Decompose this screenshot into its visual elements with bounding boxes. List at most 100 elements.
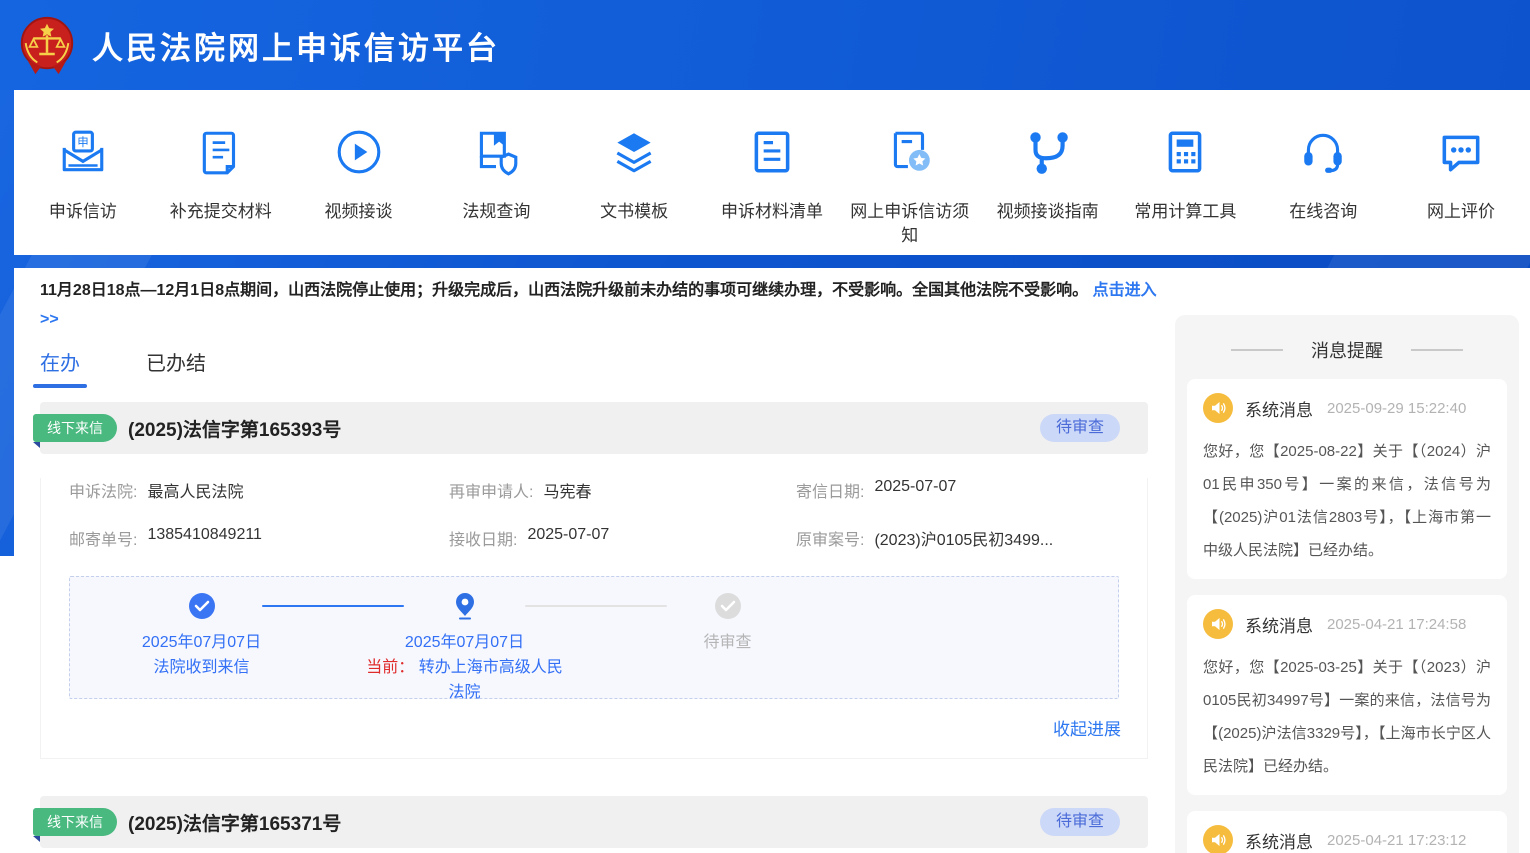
nav-label: 申诉材料清单 (721, 200, 823, 224)
title-dash-left (1231, 349, 1283, 351)
title-dash-right (1411, 349, 1463, 351)
current-label: 转办上海市高级人民法院 (419, 659, 563, 701)
nav-item-wenshu-muban[interactable]: 文书模板 (565, 126, 703, 224)
layers-icon (608, 126, 660, 178)
message-card[interactable]: 系统消息 2025-09-29 15:22:40 您好，您【2025-08-22… (1187, 379, 1507, 579)
status-badge: 待审查 (1040, 808, 1120, 836)
case-header: 线下来信 (2025)法信字第165371号 待审查 (40, 796, 1148, 848)
message-time: 2025-09-29 15:22:40 (1327, 400, 1466, 417)
nav-label: 网上评价 (1427, 200, 1495, 224)
offline-letter-badge: 线下来信 (33, 414, 117, 442)
case-body: 申诉法院: 最高人民法院 再审申请人: 马宪春 寄信日期: 2025-07-07 邮寄… (40, 478, 1148, 759)
check-circle-done-icon (188, 591, 216, 621)
timeline-date: 2025年07月07日 (142, 631, 261, 655)
field-value: 1385410849211 (147, 526, 262, 550)
nav-item-jisuan-gongju[interactable]: 常用计算工具 (1117, 126, 1255, 224)
field-value: 马宪春 (543, 478, 591, 502)
system-notice: 11月28日18点—12月1日8点期间，山西法院停止使用；升级完成后，山西法院升… (40, 268, 1162, 334)
nav-label: 法规查询 (462, 200, 530, 224)
play-circle-icon (333, 126, 385, 178)
timeline-label: 待审查 (703, 631, 751, 655)
nav-label: 常用计算工具 (1134, 200, 1236, 224)
speaker-icon (1203, 393, 1233, 423)
book-shield-icon (470, 126, 522, 178)
case-body (40, 848, 1148, 853)
page-title: 人民法院网上申诉信访平台 (92, 23, 500, 68)
field-value: (2023)沪0105民初3499... (874, 526, 1053, 550)
speaker-icon (1203, 609, 1233, 639)
calculator-icon (1159, 126, 1211, 178)
document-star-icon (884, 126, 936, 178)
status-badge: 待审查 (1040, 414, 1120, 442)
message-source: 系统消息 (1245, 828, 1313, 853)
card-footer: 收起进展 (41, 699, 1147, 758)
field-value: 2025-07-07 (874, 478, 956, 502)
nav-label: 文书模板 (600, 200, 668, 224)
case-number: (2025)法信字第165371号 (128, 809, 341, 836)
case-card-2: 线下来信 (2025)法信字第165371号 待审查 (40, 796, 1148, 853)
nav-label: 视频接谈指南 (997, 200, 1099, 224)
message-body: 您好，您【2025-08-22】关于【（2024）沪01民申350号】一案的来信… (1203, 435, 1491, 567)
timeline-connector-pending (525, 605, 667, 607)
field-value: 2025-07-07 (527, 526, 609, 550)
branch-icon (1022, 126, 1074, 178)
nav-item-shipin-jietan[interactable]: 视频接谈 (290, 126, 428, 224)
tab-yibanjie[interactable]: 已办结 (146, 347, 206, 388)
main-panel: 11月28日18点—12月1日8点期间，山西法院停止使用；升级完成后，山西法院升… (14, 268, 1530, 853)
nav-label: 补充提交材料 (170, 200, 272, 224)
message-source: 系统消息 (1245, 396, 1313, 421)
nav-item-jietan-zhinan[interactable]: 视频接谈指南 (979, 126, 1117, 224)
header: 人民法院网上申诉信访平台 (0, 0, 1530, 90)
timeline-date: 2025年07月07日 (405, 631, 524, 655)
svg-text:申: 申 (77, 136, 88, 149)
speaker-icon (1203, 825, 1233, 853)
field-label: 寄信日期: (796, 478, 864, 502)
message-panel-title: 消息提醒 (1187, 337, 1507, 363)
field-label: 邮寄单号: (69, 526, 137, 550)
case-header: 线下来信 (2025)法信字第165393号 待审查 (40, 402, 1148, 454)
headset-icon (1297, 126, 1349, 178)
icon-navbar: 申 申诉信访 补充提交材料 视频接谈 (14, 90, 1530, 255)
nav-item-xinfang-xuzhi[interactable]: 网上申诉信访须知 (841, 126, 979, 248)
progress-timeline: 2025年07月07日 法院收到来信 2025年0 (69, 576, 1119, 699)
offline-letter-badge: 线下来信 (33, 808, 117, 836)
timeline-label: 当前： 转办上海市高级人民法院 (360, 655, 570, 705)
field-label: 原审案号: (796, 526, 864, 550)
timeline-step-pending: 待审查 (596, 591, 859, 705)
nav-item-buchong-cailiao[interactable]: 补充提交材料 (152, 126, 290, 224)
nav-item-fagui-chaxun[interactable]: 法规查询 (427, 126, 565, 224)
timeline-connector-done (262, 605, 404, 607)
mail-letter-icon: 申 (57, 126, 109, 178)
chat-bubble-icon (1435, 126, 1487, 178)
collapse-progress-link[interactable]: 收起进展 (1053, 720, 1121, 739)
notice-text: 11月28日18点—12月1日8点期间，山西法院停止使用；升级完成后，山西法院升… (40, 282, 1088, 299)
check-circle-pending-icon (714, 591, 742, 621)
nav-item-cailiao-qingdan[interactable]: 申诉材料清单 (703, 126, 841, 224)
tab-zaiban[interactable]: 在办 (40, 347, 80, 388)
content-left: 11月28日18点—12月1日8点期间，山西法院停止使用；升级完成后，山西法院升… (40, 268, 1164, 853)
message-body: 您好，您【2025-03-25】关于【（2023）沪0105民初34997号】一… (1203, 651, 1491, 783)
message-time: 2025-04-21 17:24:58 (1327, 616, 1466, 633)
court-emblem-logo (16, 14, 78, 76)
location-pin-icon (453, 591, 477, 621)
nav-item-zaixian-zixun[interactable]: 在线咨询 (1254, 126, 1392, 224)
nav-label: 在线咨询 (1289, 200, 1357, 224)
nav-label: 网上申诉信访须知 (849, 200, 971, 248)
field-label: 申诉法院: (69, 478, 137, 502)
message-title-text: 消息提醒 (1311, 337, 1383, 363)
field-label: 接收日期: (449, 526, 517, 550)
field-label: 再审申请人: (449, 478, 533, 502)
message-card[interactable]: 系统消息 2025-04-21 17:23:12 (1187, 811, 1507, 853)
timeline-label: 法院收到来信 (97, 655, 307, 680)
timeline-step-received: 2025年07月07日 法院收到来信 (70, 591, 333, 705)
nav-item-shensu-xinfang[interactable]: 申 申诉信访 (14, 126, 152, 224)
current-prefix: 当前： (366, 659, 414, 676)
field-value: 最高人民法院 (147, 478, 243, 502)
case-tabs: 在办 已办结 (40, 350, 1164, 388)
timeline-step-current: 2025年07月07日 当前： 转办上海市高级人民法院 (333, 591, 596, 705)
message-time: 2025-04-21 17:23:12 (1327, 832, 1466, 849)
nav-label: 视频接谈 (325, 200, 393, 224)
message-card[interactable]: 系统消息 2025-04-21 17:24:58 您好，您【2025-03-25… (1187, 595, 1507, 795)
document-icon (195, 126, 247, 178)
nav-item-wangshang-pingjia[interactable]: 网上评价 (1392, 126, 1530, 224)
